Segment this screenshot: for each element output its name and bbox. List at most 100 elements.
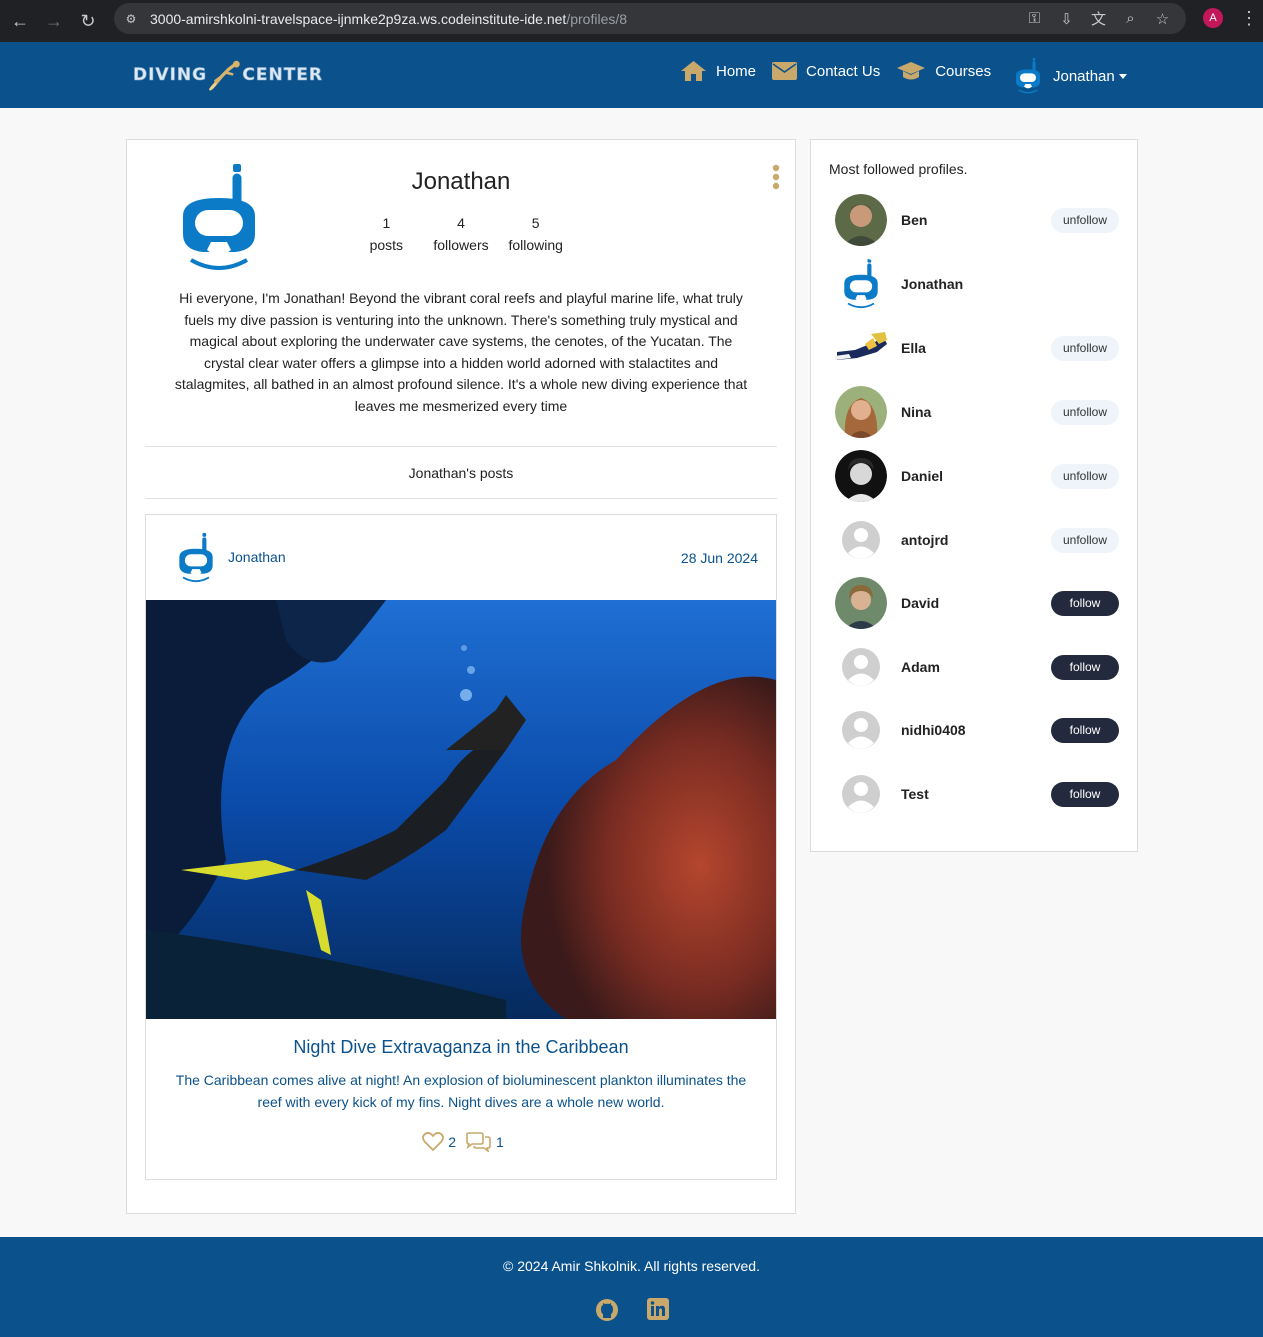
default-avatar-icon[interactable] xyxy=(835,514,887,566)
post-title[interactable]: Night Dive Extravaganza in the Caribbean xyxy=(146,1037,776,1058)
profile-name[interactable]: Adam xyxy=(901,659,1051,675)
stat-posts-label: posts xyxy=(369,237,404,253)
unfollow-button[interactable]: unfollow xyxy=(1051,207,1119,233)
profile-name[interactable]: nidhi0408 xyxy=(901,722,1051,738)
stat-followers-value: 4 xyxy=(457,215,465,231)
profile-name[interactable]: Ella xyxy=(901,340,1051,356)
avatar[interactable] xyxy=(835,258,887,310)
sidebar-profile-nidhi0408[interactable]: nidhi0408 follow xyxy=(835,704,1119,756)
back-arrow-icon[interactable]: ← xyxy=(6,7,34,35)
posts-heading: Jonathan's posts xyxy=(408,465,514,481)
post-date: 28 Jun 2024 xyxy=(680,550,758,566)
logo-text-left: DIVING xyxy=(133,65,208,86)
sidebar-profile-nina[interactable]: Nina unfollow xyxy=(835,386,1119,438)
home-icon xyxy=(681,61,706,81)
avatar[interactable] xyxy=(835,577,887,629)
profile-name[interactable]: Test xyxy=(901,786,1051,802)
copyright-text: © 2024 Amir Shkolnik. All rights reserve… xyxy=(503,1258,760,1274)
more-options-icon[interactable] xyxy=(771,164,781,190)
avatar[interactable] xyxy=(835,450,887,502)
diver-logo-icon xyxy=(209,60,240,91)
stat-following-value: 5 xyxy=(531,215,540,231)
default-avatar-icon[interactable] xyxy=(835,641,887,693)
browser-menu-icon[interactable]: ⋮ xyxy=(1240,8,1258,29)
post-actions: 2 1 xyxy=(146,1132,776,1152)
post-card[interactable]: Jonathan 28 Jun 2024 Night Dive Extravag… xyxy=(145,514,777,1180)
site-footer: © 2024 Amir Shkolnik. All rights reserve… xyxy=(0,1237,1263,1337)
sidebar-profile-jonathan[interactable]: Jonathan xyxy=(835,258,1119,310)
stat-posts: 1 posts xyxy=(349,212,424,256)
graduation-cap-icon xyxy=(897,62,926,80)
profile-name[interactable]: David xyxy=(901,595,1051,611)
profile-bio: Hi everyone, I'm Jonathan! Beyond the vi… xyxy=(174,290,748,414)
like-count: 2 xyxy=(448,1134,456,1150)
github-icon[interactable] xyxy=(595,1298,619,1322)
key-icon[interactable]: ⚿ xyxy=(1025,9,1044,28)
envelope-icon xyxy=(772,62,798,80)
user-menu-dropdown[interactable]: Jonathan xyxy=(1014,58,1127,94)
profile-name[interactable]: Nina xyxy=(901,404,1051,420)
stat-following: 5 following xyxy=(498,212,573,256)
address-bar[interactable]: ⚙ 3000-amirshkolni-travelspace-ijnmke2p9… xyxy=(114,3,1186,34)
nav-contact-us[interactable]: Contact Us xyxy=(772,62,880,80)
zoom-icon[interactable]: ⌕ xyxy=(1121,9,1140,28)
nav-courses[interactable]: Courses xyxy=(896,61,991,81)
sidebar-profile-daniel[interactable]: Daniel unfollow xyxy=(835,450,1119,502)
site-logo[interactable]: DIVING CENTER xyxy=(133,56,323,94)
sidebar-profile-ben[interactable]: Ben unfollow xyxy=(835,194,1119,246)
translate-icon[interactable]: 文 xyxy=(1089,9,1108,28)
sidebar-profile-antojrd[interactable]: antojrd unfollow xyxy=(835,514,1119,566)
follow-button[interactable]: follow xyxy=(1051,590,1119,616)
site-navbar: DIVING CENTER Home Contact Us Courses Jo… xyxy=(0,42,1263,108)
browser-profile-avatar[interactable]: A xyxy=(1203,8,1223,28)
sidebar-profile-david[interactable]: David follow xyxy=(835,577,1119,629)
sidebar-profile-adam[interactable]: Adam follow xyxy=(835,641,1119,693)
nav-contact-label: Contact Us xyxy=(806,62,881,80)
unfollow-button[interactable]: unfollow xyxy=(1051,335,1119,361)
post-author-link[interactable]: Jonathan xyxy=(228,549,286,565)
install-app-icon[interactable]: ⇩ xyxy=(1057,9,1076,28)
post-body: The Caribbean comes alive at night! An e… xyxy=(175,1072,747,1110)
forward-arrow-icon[interactable]: → xyxy=(40,7,68,35)
avatar[interactable] xyxy=(835,194,887,246)
nav-home-label: Home xyxy=(716,62,757,80)
follow-button[interactable]: follow xyxy=(1051,717,1119,743)
bookmark-star-icon[interactable]: ☆ xyxy=(1153,9,1172,28)
profile-name[interactable]: antojrd xyxy=(901,532,1051,548)
nav-courses-label: Courses xyxy=(935,62,992,80)
snorkel-mask-avatar-icon xyxy=(1016,58,1040,94)
logo-text-right: CENTER xyxy=(242,65,323,86)
url-text[interactable]: 3000-amirshkolni-travelspace-ijnmke2p9za… xyxy=(150,11,627,27)
site-settings-icon[interactable]: ⚙ xyxy=(124,12,138,26)
stat-posts-value: 1 xyxy=(382,215,391,231)
profile-name: Jonathan xyxy=(411,168,511,195)
avatar[interactable] xyxy=(835,322,887,374)
caret-down-icon xyxy=(1118,73,1127,79)
sidebar-profile-test[interactable]: Test follow xyxy=(835,768,1119,820)
nav-home[interactable]: Home xyxy=(680,60,756,82)
unfollow-button[interactable]: unfollow xyxy=(1051,527,1119,553)
divider xyxy=(145,446,777,447)
profile-name[interactable]: Ben xyxy=(901,212,1051,228)
browser-toolbar: ← → ↻ ⚙ 3000-amirshkolni-travelspace-ijn… xyxy=(0,0,1263,42)
profile-card: Jonathan 1 posts 4 followers 5 following… xyxy=(126,139,796,1214)
unfollow-button[interactable]: unfollow xyxy=(1051,399,1119,425)
stat-following-label: following xyxy=(508,237,563,253)
heart-icon[interactable] xyxy=(422,1132,445,1152)
post-image[interactable] xyxy=(146,600,776,1019)
most-followed-profiles: Most followed profiles. Ben unfollow Jon… xyxy=(810,139,1138,852)
reload-icon[interactable]: ↻ xyxy=(74,7,102,35)
follow-button[interactable]: follow xyxy=(1051,654,1119,680)
unfollow-button[interactable]: unfollow xyxy=(1051,463,1119,489)
sidebar-profile-ella[interactable]: Ella unfollow xyxy=(835,322,1119,374)
avatar[interactable] xyxy=(835,386,887,438)
comments-icon[interactable] xyxy=(464,1132,492,1152)
profile-name[interactable]: Jonathan xyxy=(901,276,1119,292)
post-author-avatar[interactable] xyxy=(176,533,216,583)
profile-name[interactable]: Daniel xyxy=(901,468,1051,484)
follow-button[interactable]: follow xyxy=(1051,781,1119,807)
sidebar-title: Most followed profiles. xyxy=(829,161,968,177)
linkedin-icon[interactable] xyxy=(647,1298,669,1320)
default-avatar-icon[interactable] xyxy=(835,768,887,820)
default-avatar-icon[interactable] xyxy=(835,704,887,756)
